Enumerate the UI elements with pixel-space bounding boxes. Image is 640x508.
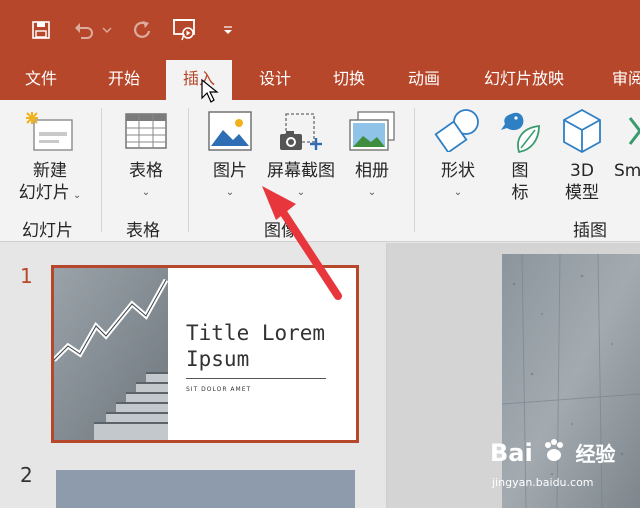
tab-slide-show[interactable]: 幻灯片放映: [484, 58, 564, 100]
bird-leaf-icon: [496, 108, 544, 160]
group-separator: [414, 108, 415, 232]
title-bar: [0, 0, 640, 58]
shapes-icon: [430, 108, 486, 160]
chevron-down-icon: ⌄: [296, 187, 306, 198]
thumbnail-subtitle: SIT DOLOR AMET: [186, 386, 252, 393]
group-separator: [188, 108, 189, 232]
slide-thumbnail-2[interactable]: [56, 470, 355, 508]
chevron-down-icon: ⌄: [367, 187, 377, 198]
ribbon-panel: 新建 幻灯片 ⌄ 幻灯片 表格 ⌄ 表格 图片 ⌄ 屏幕截图 ⌄ 相册 ⌄ 图像…: [0, 100, 640, 242]
slide-thumbnail-1[interactable]: Title Lorem Ipsum SIT DOLOR AMET: [51, 265, 359, 443]
chevron-down-icon: ⌄: [225, 187, 235, 198]
group-label-illustrations: 插图: [573, 221, 607, 241]
photo-album-button[interactable]: 相册 ⌄: [346, 108, 398, 204]
save-icon[interactable]: [28, 14, 54, 46]
chevron-down-icon: ⌄: [453, 187, 463, 198]
group-label-tables: 表格: [126, 221, 160, 241]
stairs-image: [54, 268, 169, 440]
tab-insert[interactable]: 插入: [166, 60, 233, 100]
ribbon-tabs: 文件 开始 插入 设计 切换 动画 幻灯片放映 审阅: [0, 58, 640, 100]
shapes-button[interactable]: 形状 ⌄: [430, 108, 486, 204]
tab-review[interactable]: 审阅: [612, 58, 640, 100]
tab-file[interactable]: 文件: [25, 58, 57, 100]
group-label-images: 图像: [264, 221, 298, 241]
new-slide-icon: [14, 106, 86, 160]
watermark: Bai 经验 jingyan.baidu.com: [490, 438, 616, 489]
present-from-start-icon[interactable]: [170, 14, 200, 46]
redo-icon[interactable]: [128, 14, 156, 46]
undo-dropdown-icon[interactable]: [100, 14, 114, 46]
paw-icon: [541, 438, 567, 470]
picture-icon: [202, 108, 258, 160]
title-underline: [186, 378, 326, 379]
thumbnail-title: Title Lorem Ipsum: [186, 321, 326, 371]
photo-album-icon: [346, 108, 398, 160]
tab-home[interactable]: 开始: [108, 58, 140, 100]
group-separator: [101, 108, 102, 232]
screenshot-icon: [262, 108, 340, 160]
table-icon: [118, 108, 174, 160]
smartart-button[interactable]: Sm: [614, 108, 640, 182]
icons-button[interactable]: 图 标: [496, 108, 544, 204]
slide-number-1: 1: [20, 264, 33, 288]
mouse-cursor-icon: [201, 78, 219, 103]
pictures-button[interactable]: 图片 ⌄: [202, 108, 258, 204]
table-button[interactable]: 表格 ⌄: [118, 108, 174, 204]
tab-animations[interactable]: 动画: [408, 58, 440, 100]
3d-models-button[interactable]: 3D 模型: [556, 108, 608, 204]
chevron-down-icon: ⌄: [141, 187, 151, 198]
group-label-slides: 幻灯片: [22, 221, 73, 241]
customize-toolbar-icon[interactable]: [220, 14, 236, 46]
smartart-icon: [614, 108, 640, 160]
new-slide-button[interactable]: 新建 幻灯片 ⌄: [14, 106, 86, 207]
cube-icon: [556, 108, 608, 160]
tab-design[interactable]: 设计: [259, 58, 291, 100]
slide-number-2: 2: [20, 463, 33, 487]
undo-icon[interactable]: [70, 14, 98, 46]
chevron-down-icon: ⌄: [69, 190, 82, 201]
tab-transitions[interactable]: 切换: [333, 58, 365, 100]
screenshot-button[interactable]: 屏幕截图 ⌄: [262, 108, 340, 204]
